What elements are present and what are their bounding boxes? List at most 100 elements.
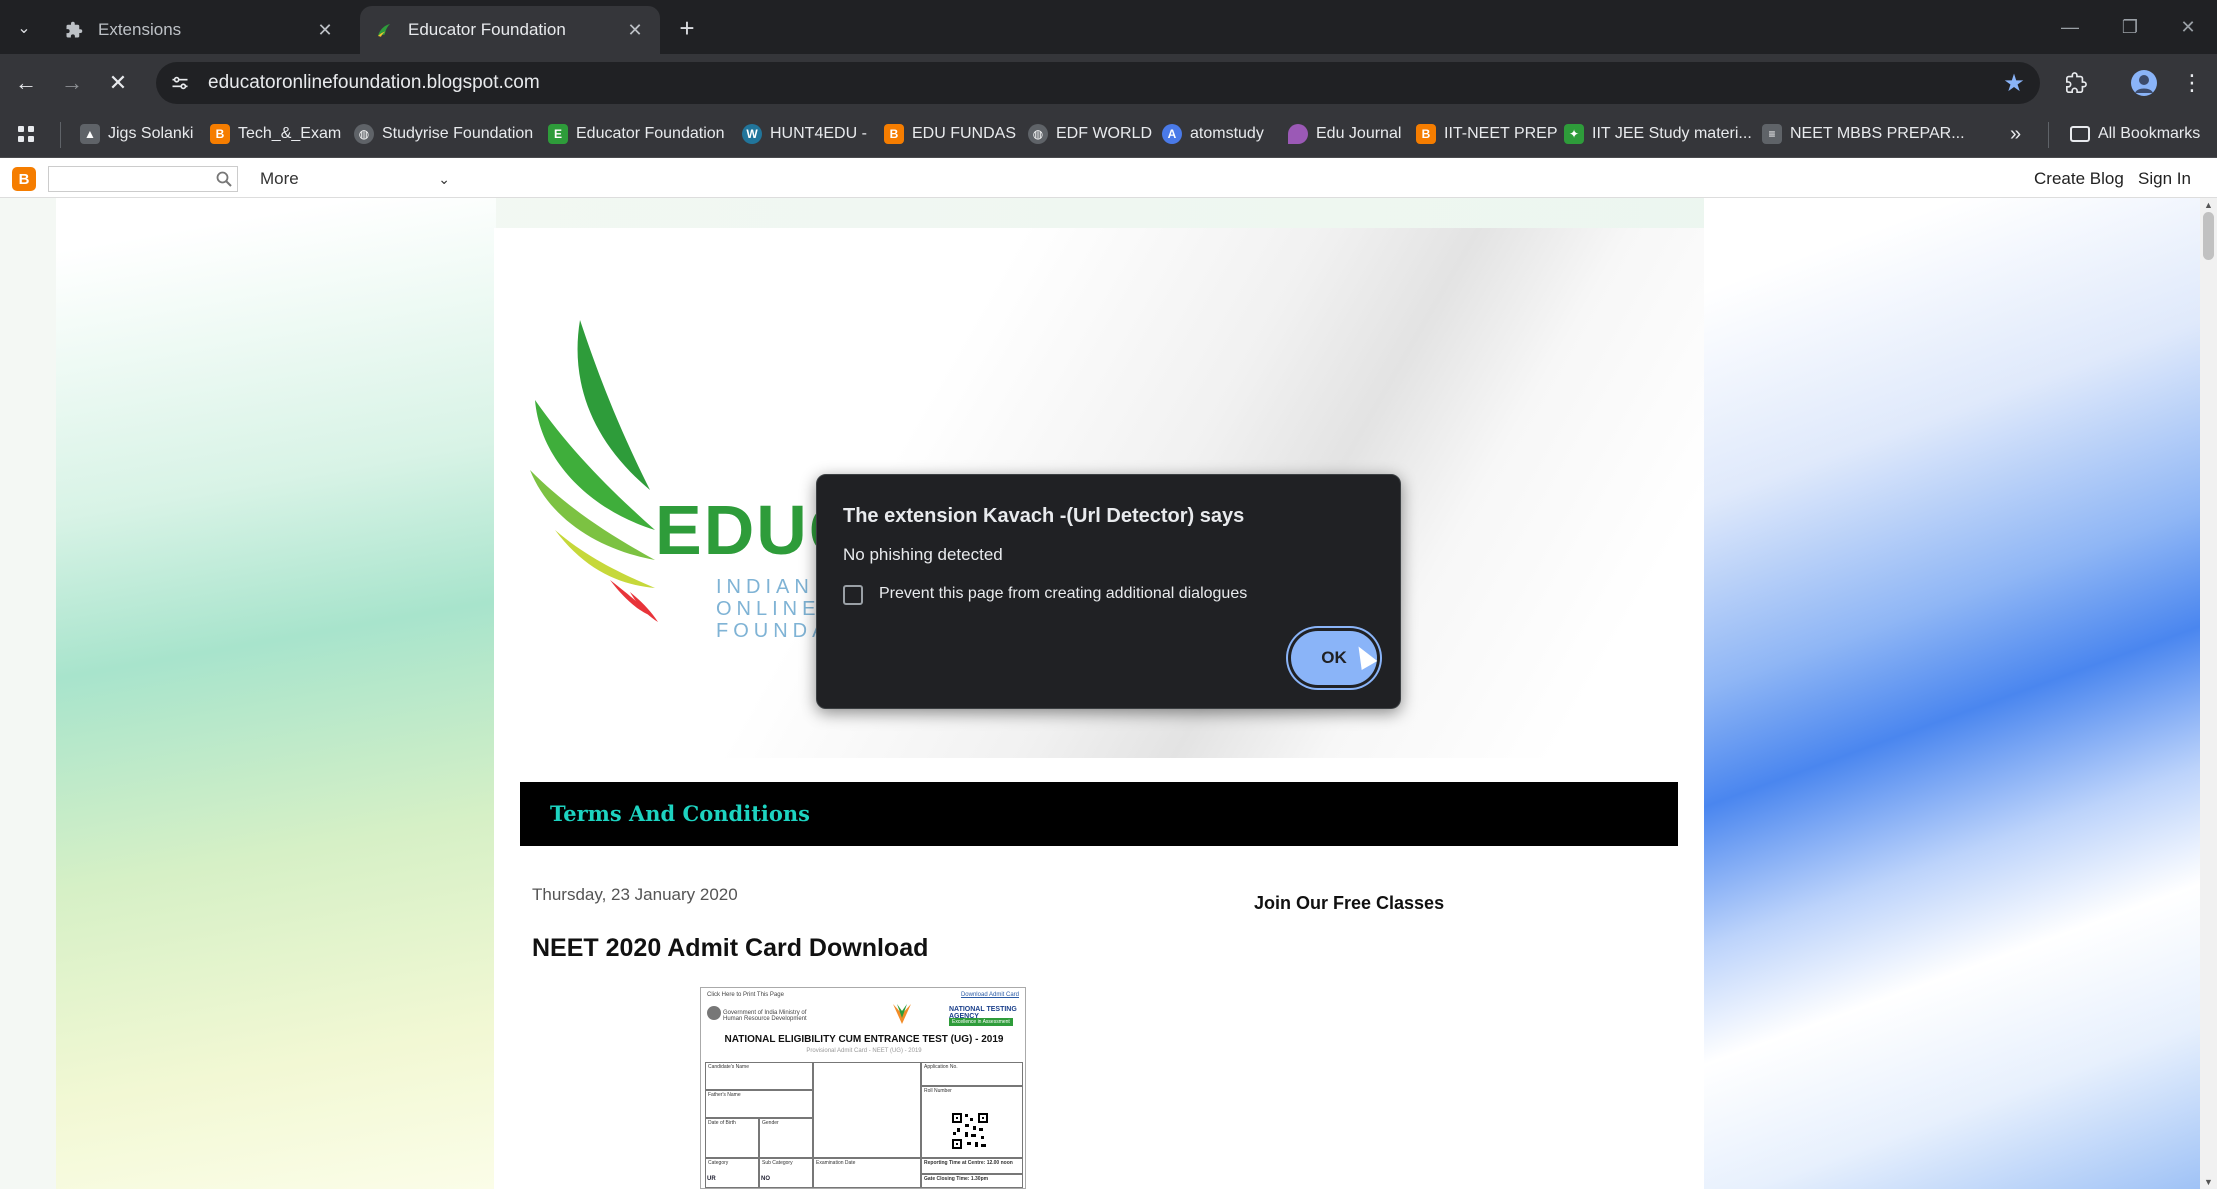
- scrollbar-thumb[interactable]: [2203, 212, 2214, 260]
- extension-alert-dialog: The extension Kavach -(Url Detector) say…: [816, 474, 1401, 709]
- blogger-logo-icon[interactable]: B: [12, 167, 36, 191]
- bookmark-jigs-solanki[interactable]: ▲ Jigs Solanki: [80, 118, 193, 150]
- admit-card-value: UR: [707, 1176, 716, 1182]
- bookmark-star-icon[interactable]: ★: [1994, 63, 2034, 103]
- image-icon: ▲: [80, 124, 100, 144]
- chevron-down-icon: ⌄: [438, 170, 450, 187]
- extensions-puzzle-icon[interactable]: [2058, 65, 2094, 101]
- emblem-icon: [707, 1006, 721, 1020]
- puzzle-icon: [64, 20, 84, 40]
- bookmarks-divider: [2048, 122, 2049, 148]
- folder-icon: [2070, 126, 2090, 142]
- qr-code-icon: [951, 1112, 989, 1150]
- restore-icon[interactable]: ❐: [2110, 10, 2150, 44]
- scroll-down-icon[interactable]: ▼: [2200, 1175, 2217, 1189]
- admit-card-field: Candidate's Name: [705, 1062, 813, 1090]
- browser-toolbar: ← → ✕ educatoronlinefoundation.blogspot.…: [0, 54, 2217, 112]
- tab-extensions[interactable]: Extensions ✕: [50, 6, 350, 54]
- bookmark-label: HUNT4EDU -: [770, 125, 867, 142]
- admit-card-photo-box: [813, 1062, 921, 1158]
- url-text: educatoronlinefoundation.blogspot.com: [208, 72, 540, 93]
- page-scrollbar[interactable]: [2200, 198, 2217, 1189]
- all-bookmarks-label: All Bookmarks: [2098, 125, 2201, 142]
- post-date: Thursday, 23 January 2020: [532, 885, 738, 904]
- tab-search-button[interactable]: ⌄: [8, 12, 40, 44]
- search-icon[interactable]: [212, 167, 236, 191]
- bookmark-edf-world[interactable]: ◍ EDF WORLD: [1028, 118, 1152, 150]
- bookmark-educator-foundation[interactable]: E Educator Foundation: [548, 118, 725, 150]
- doc-icon: ≡: [1762, 124, 1782, 144]
- bookmark-iit-neet-prep[interactable]: B IIT-NEET PREP: [1416, 118, 1558, 150]
- tab-educator-foundation[interactable]: Educator Foundation ✕: [360, 6, 660, 54]
- admit-card-download-link: Download Admit Card: [960, 992, 1019, 998]
- bookmark-label: IIT-NEET PREP: [1444, 125, 1558, 142]
- terms-and-conditions-link[interactable]: Terms And Conditions: [550, 801, 810, 826]
- bookmarks-overflow-button[interactable]: »: [2010, 118, 2021, 150]
- edf-icon: E: [548, 124, 568, 144]
- prevent-dialogs-label[interactable]: Prevent this page from creating addition…: [879, 585, 1247, 603]
- blogger-icon: B: [210, 124, 230, 144]
- right-background-art: [1704, 198, 2200, 1189]
- stop-loading-icon[interactable]: ✕: [100, 65, 136, 101]
- bookmark-neet-mbbs[interactable]: ≡ NEET MBBS PREPAR...: [1762, 118, 1965, 150]
- admit-card-field: Sub Category: [759, 1158, 813, 1188]
- all-bookmarks-button[interactable]: All Bookmarks: [2070, 118, 2200, 150]
- admit-card-title: NATIONAL ELIGIBILITY CUM ENTRANCE TEST (…: [724, 1034, 1004, 1045]
- apps-grid-icon[interactable]: [16, 118, 36, 150]
- admit-card-image[interactable]: Click Here to Print This Page Download A…: [700, 987, 1026, 1189]
- admit-card-field: Father's Name: [705, 1090, 813, 1118]
- bookmark-iit-jee-study[interactable]: ✦ IIT JEE Study materi...: [1564, 118, 1752, 150]
- tab-title: Extensions: [98, 20, 182, 39]
- create-blog-link[interactable]: Create Blog: [2034, 166, 2124, 192]
- address-bar[interactable]: educatoronlinefoundation.blogspot.com ★: [156, 62, 2040, 104]
- more-dropdown[interactable]: More ⌄: [260, 168, 450, 190]
- admit-card-subtitle: Provisional Admit Card - NEET (UG) - 201…: [806, 1048, 922, 1054]
- admit-card-field: Gate Closing Time: 1.30pm: [921, 1174, 1023, 1188]
- blog-search-input[interactable]: [48, 166, 238, 192]
- close-window-icon[interactable]: ✕: [2168, 10, 2208, 44]
- globe-icon: ◍: [1028, 124, 1048, 144]
- bookmark-label: IIT JEE Study materi...: [1592, 125, 1752, 142]
- site-info-icon[interactable]: [160, 63, 200, 103]
- bookmark-tech-exam[interactable]: B Tech_&_Exam: [210, 118, 341, 150]
- more-label: More: [260, 169, 299, 188]
- blogger-navbar: B More ⌄ Create Blog Sign In: [0, 158, 2217, 198]
- admit-card-value: NO: [761, 1176, 770, 1182]
- bookmark-hunt4edu[interactable]: W HUNT4EDU -: [742, 118, 867, 150]
- admit-card-ministry: Government of India Ministry of Human Re…: [723, 1010, 807, 1022]
- sign-in-link[interactable]: Sign In: [2138, 166, 2191, 192]
- dialog-message: No phishing detected: [843, 545, 1003, 564]
- close-icon[interactable]: ✕: [624, 19, 646, 41]
- new-tab-button[interactable]: +: [672, 13, 702, 43]
- bookmark-label: atomstudy: [1190, 125, 1264, 142]
- tab-title: Educator Foundation: [408, 20, 566, 39]
- bookmark-label: Tech_&_Exam: [238, 125, 342, 142]
- close-icon[interactable]: ✕: [314, 19, 336, 41]
- minimize-icon[interactable]: —: [2050, 10, 2090, 44]
- post-title[interactable]: NEET 2020 Admit Card Download: [532, 934, 928, 963]
- bookmarks-bar: ▲ Jigs Solanki B Tech_&_Exam ◍ Studyrise…: [0, 112, 2217, 158]
- back-icon[interactable]: ←: [8, 65, 44, 101]
- prevent-dialogs-checkbox[interactable]: [843, 585, 863, 605]
- bookmark-label: Studyrise Foundation: [382, 125, 534, 142]
- scroll-up-icon[interactable]: ▲: [2200, 198, 2217, 212]
- left-background-art: [56, 198, 496, 1189]
- admit-card-field: Date of Birth: [705, 1118, 759, 1158]
- sidebar-widget-title: Join Our Free Classes: [1254, 893, 1445, 913]
- bookmark-edu-journal[interactable]: Edu Journal: [1288, 118, 1401, 150]
- bookmark-label: Jigs Solanki: [108, 125, 194, 142]
- globe-icon: ◍: [354, 124, 374, 144]
- blogger-icon: B: [1416, 124, 1436, 144]
- atom-icon: A: [1162, 124, 1182, 144]
- admit-card-field: Gender: [759, 1118, 813, 1158]
- menu-kebab-icon[interactable]: ⋮: [2174, 65, 2210, 101]
- pin-icon: [1288, 124, 1308, 144]
- bookmark-studyrise-foundation[interactable]: ◍ Studyrise Foundation: [354, 118, 533, 150]
- dialog-title: The extension Kavach -(Url Detector) say…: [843, 505, 1245, 527]
- bookmark-edu-fundas[interactable]: B EDU FUNDAS: [884, 118, 1016, 150]
- logo-tagline: FOUNDA: [716, 620, 831, 642]
- forward-icon[interactable]: →: [54, 65, 90, 101]
- bookmarks-divider: [60, 122, 61, 148]
- profile-avatar[interactable]: [2126, 65, 2162, 101]
- bookmark-atomstudy[interactable]: A atomstudy: [1162, 118, 1264, 150]
